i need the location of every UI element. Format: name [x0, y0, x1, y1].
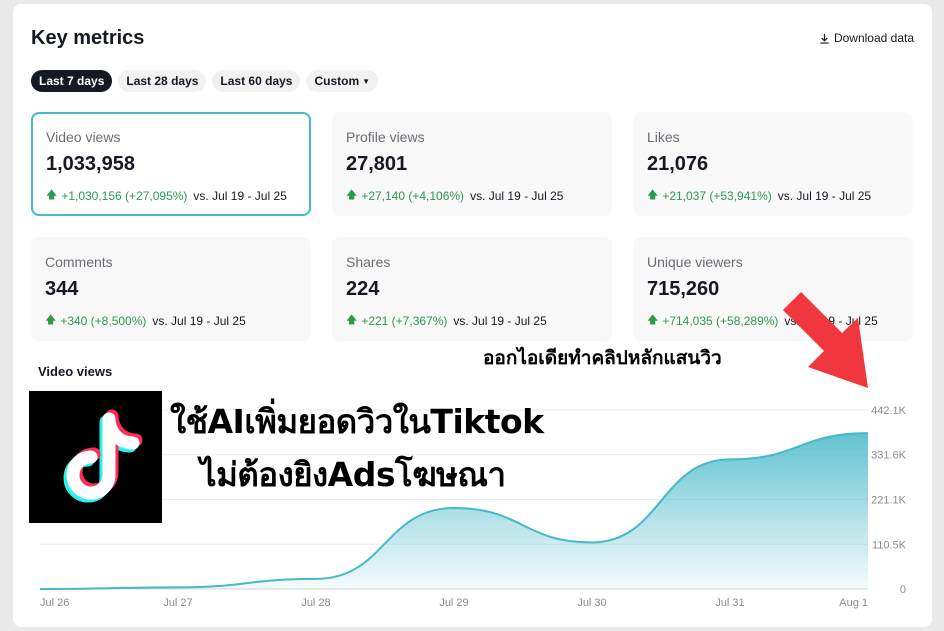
y-tick-label: 110.5K: [872, 539, 907, 551]
x-tick-label: Jul 28: [301, 597, 330, 609]
x-tick-label: Jul 31: [715, 597, 744, 609]
red-arrow-icon: [783, 292, 868, 388]
y-tick-label: 0: [900, 584, 906, 596]
promo-line-2: ไม่ต้องยิงAdsโฆษณา: [200, 455, 506, 494]
x-tick-label: Jul 26: [40, 597, 69, 609]
x-tick-label: Jul 27: [163, 597, 192, 609]
x-tick-label: Jul 29: [439, 597, 468, 609]
y-tick-label: 221.1K: [871, 494, 907, 506]
y-tick-label: 442.1K: [871, 405, 907, 417]
x-tick-label: Jul 30: [577, 597, 606, 609]
video-views-chart: Jul 26 Jul 27 Jul 28 Jul 29 Jul 30 Jul 31 Aug …: [39, 292, 907, 609]
promo-line-1: ใช้AIเพิ่มยอดวิวในTiktok: [170, 402, 544, 441]
tiktok-logo-icon: [29, 391, 162, 523]
x-tick-label: Aug 1: [839, 597, 868, 609]
y-tick-label: 331.6K: [871, 450, 907, 462]
overlay-headline: ออกไอเดียทำคลิปหลักแสนวิว: [483, 347, 722, 369]
